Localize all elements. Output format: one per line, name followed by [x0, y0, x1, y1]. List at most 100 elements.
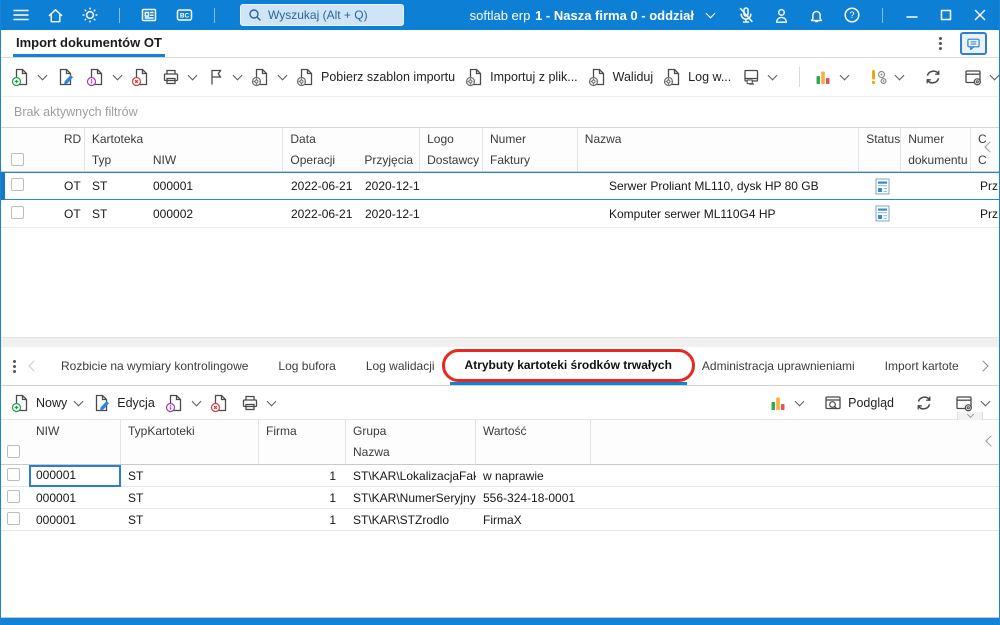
- news-icon[interactable]: [139, 5, 159, 25]
- scroll-tabs-left-icon[interactable]: [28, 360, 40, 372]
- edit-document-button[interactable]: [56, 67, 76, 87]
- nowy-button[interactable]: Nowy: [11, 393, 84, 413]
- maximize-icon[interactable]: [937, 6, 955, 24]
- filter-bar[interactable]: Brak aktywnych filtrów: [1, 97, 999, 127]
- column-header-rd[interactable]: RD: [57, 128, 85, 171]
- row-checkbox[interactable]: [11, 205, 24, 219]
- chat-button[interactable]: [960, 32, 987, 55]
- column-header-numer-faktury[interactable]: Numer Faktury: [483, 128, 578, 171]
- search-icon: [248, 8, 262, 22]
- column-header-operacji[interactable]: Operacji: [283, 149, 357, 170]
- new-document-button[interactable]: [11, 67, 48, 87]
- row-checkbox[interactable]: [7, 511, 20, 525]
- chat-icon: [965, 36, 982, 52]
- print-button[interactable]: [240, 393, 277, 413]
- delete-document-button[interactable]: [210, 393, 230, 413]
- notifications-icon[interactable]: [807, 6, 826, 25]
- column-header-status[interactable]: Status: [859, 128, 902, 171]
- row-checkbox[interactable]: [7, 467, 20, 481]
- info-document-button[interactable]: [165, 393, 202, 413]
- chevron-down-icon: [266, 396, 277, 406]
- nowy-label: Nowy: [36, 395, 68, 410]
- tab-rozbicie-na-wymiary[interactable]: Rozbicie na wymiary kontrolingowe: [46, 347, 263, 385]
- grid-settings-button[interactable]: [954, 393, 991, 413]
- waliduj-button[interactable]: Waliduj: [588, 67, 653, 87]
- refresh-button[interactable]: [923, 67, 943, 87]
- column-header-niw[interactable]: NIW: [29, 420, 121, 464]
- minimize-icon[interactable]: [903, 6, 921, 24]
- print-button[interactable]: [161, 67, 198, 87]
- search-input[interactable]: [268, 8, 388, 22]
- tab-administracja-uprawnieniami[interactable]: Administracja uprawnieniami: [687, 347, 870, 385]
- app-window: BC softlab erp 1 - Nasza firma 0 - oddzi…: [0, 0, 1000, 625]
- more-options-icon[interactable]: [937, 35, 944, 52]
- column-header-niw[interactable]: NIW: [146, 149, 176, 170]
- edycja-button[interactable]: Edycja: [92, 393, 155, 413]
- export-device-button[interactable]: [741, 67, 778, 87]
- chevron-down-icon: [232, 70, 243, 81]
- menu-icon[interactable]: [11, 5, 31, 25]
- table-row[interactable]: 000001 ST 1 ST\KAR\LokalizacjaFakty w na…: [1, 465, 999, 487]
- column-group-data[interactable]: Data Operacji Przyjęcia: [283, 128, 421, 171]
- row-checkbox[interactable]: [11, 178, 24, 191]
- select-all-checkbox[interactable]: [7, 445, 20, 458]
- select-all-checkbox[interactable]: [11, 153, 24, 166]
- divider: [214, 7, 215, 23]
- warnings-button[interactable]: [868, 67, 905, 87]
- cell-niw-focused[interactable]: 000001: [29, 465, 121, 487]
- refresh-button[interactable]: [914, 393, 934, 413]
- mic-off-icon[interactable]: [736, 5, 756, 25]
- home-icon[interactable]: [46, 6, 65, 25]
- horizontal-scrollbar[interactable]: [1, 337, 999, 347]
- scroll-tabs-right-icon[interactable]: [977, 360, 989, 372]
- tab-atrybuty-kartoteki[interactable]: Atrybuty kartoteki środków trwałych: [441, 347, 695, 385]
- column-header-typkartoteki[interactable]: TypKartoteki: [121, 420, 259, 464]
- column-header-nazwa[interactable]: Nazwa: [578, 128, 860, 171]
- tab-log-bufora[interactable]: Log bufora: [263, 347, 350, 385]
- company-selector[interactable]: 1 - Nasza firma 0 - oddział: [535, 8, 716, 23]
- column-header-wartosc[interactable]: Wartość: [476, 420, 591, 464]
- cell-rd: OT: [64, 206, 81, 221]
- column-header-logo-dostawcy[interactable]: Logo Dostawcy: [420, 128, 483, 171]
- chevron-down-icon: [73, 396, 84, 406]
- column-header-przyjecia[interactable]: Przyjęcia: [357, 149, 413, 170]
- info-document-button[interactable]: [86, 67, 123, 87]
- column-header-grupa-nazwa[interactable]: Grupa Nazwa: [346, 420, 476, 464]
- column-group-kartoteka[interactable]: Kartoteka Typ NIW: [85, 128, 284, 171]
- column-header-typ[interactable]: Typ: [85, 149, 146, 170]
- global-search[interactable]: [240, 4, 404, 26]
- column-header-numer-dokumentu[interactable]: Numer dokumentu: [901, 128, 972, 171]
- table-row[interactable]: OT ST 000001 2022-06-21 2020-12-1 Serwer…: [1, 172, 999, 200]
- chart-icon: [816, 71, 830, 84]
- log-button[interactable]: Log w...: [663, 67, 731, 87]
- assistant-icon[interactable]: [80, 5, 100, 25]
- podglad-button[interactable]: Podgląd: [823, 393, 894, 413]
- close-icon[interactable]: [971, 6, 989, 24]
- importuj-z-pliku-button[interactable]: Importuj z plik...: [465, 67, 578, 87]
- user-icon[interactable]: [772, 6, 791, 25]
- pobierz-szablon-button[interactable]: Pobierz szablon importu: [296, 67, 455, 87]
- template-doc-icon: [251, 68, 268, 87]
- delete-document-button[interactable]: [131, 67, 151, 87]
- table-row[interactable]: 000001 ST 1 ST\KAR\NumerSeryjny 556-324-…: [1, 487, 999, 509]
- table-row[interactable]: 000001 ST 1 ST\KAR\STZrodlo FirmaX: [1, 509, 999, 531]
- log-label: Log w...: [688, 70, 732, 84]
- flag-button[interactable]: [206, 67, 243, 87]
- column-header-clipped[interactable]: CC: [971, 128, 999, 171]
- process-document-button[interactable]: [251, 67, 288, 87]
- tab-strip-menu-icon[interactable]: [11, 358, 18, 375]
- help-icon[interactable]: ?: [842, 5, 862, 25]
- cell-wartosc: FirmaX: [483, 512, 522, 527]
- row-checkbox[interactable]: [7, 489, 20, 503]
- tab-log-walidacji[interactable]: Log walidacji: [351, 347, 450, 385]
- column-header-firma[interactable]: Firma: [259, 420, 346, 464]
- export-device-icon: [744, 69, 759, 85]
- grid-settings-button[interactable]: [963, 67, 999, 87]
- bc-icon[interactable]: BC: [174, 5, 195, 25]
- chevron-down-icon: [839, 70, 850, 81]
- tab-import-dokumentow-ot[interactable]: Import dokumentów OT: [13, 30, 165, 57]
- tab-import-kartotek[interactable]: Import kartote: [870, 347, 974, 385]
- chart-button[interactable]: [768, 393, 805, 413]
- chart-button[interactable]: [813, 67, 850, 87]
- table-row[interactable]: OT ST 000002 2022-06-21 2020-12-1 Komput…: [1, 200, 999, 228]
